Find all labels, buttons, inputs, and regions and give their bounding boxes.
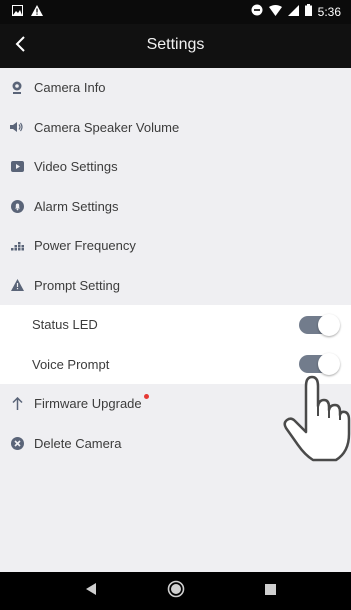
system-nav-bar	[0, 572, 351, 610]
power-frequency-icon	[10, 239, 24, 253]
do-not-disturb-icon	[251, 4, 263, 19]
nav-back-button[interactable]	[79, 580, 103, 602]
menu-alarm-settings[interactable]: Alarm Settings	[0, 187, 351, 227]
speaker-icon	[10, 120, 24, 134]
menu-label: Camera Info	[34, 80, 106, 96]
image-icon	[12, 5, 23, 19]
menu-label: Firmware Upgrade	[34, 396, 142, 412]
circle-home-icon	[167, 580, 185, 603]
nav-recents-button[interactable]	[258, 580, 282, 602]
menu-video-settings[interactable]: Video Settings	[0, 147, 351, 187]
menu-label: Prompt Setting	[34, 277, 120, 293]
status-led-toggle[interactable]	[299, 313, 340, 336]
alarm-icon	[10, 199, 24, 213]
setting-label: Status LED	[32, 317, 98, 333]
menu-prompt-setting[interactable]: Prompt Setting	[0, 266, 351, 306]
battery-icon	[304, 4, 312, 19]
menu-label: Video Settings	[34, 159, 118, 175]
setting-status-led: Status LED	[0, 305, 351, 345]
menu-label: Camera Speaker Volume	[34, 119, 180, 135]
signal-icon	[287, 4, 299, 19]
menu-label: Alarm Settings	[34, 198, 119, 214]
wifi-icon	[268, 4, 282, 19]
menu-power-frequency[interactable]: Power Frequency	[0, 226, 351, 266]
menu-camera-speaker-volume[interactable]: Camera Speaker Volume	[0, 108, 351, 148]
toggle-knob	[318, 313, 340, 336]
menu-label: Power Frequency	[34, 238, 136, 254]
hand-pointer-icon	[283, 372, 351, 469]
camera-icon	[10, 81, 24, 95]
video-icon	[10, 160, 24, 174]
delete-icon	[10, 436, 24, 450]
voice-prompt-toggle[interactable]	[299, 353, 340, 376]
triangle-back-icon	[86, 582, 96, 600]
arrow-up-icon	[10, 397, 24, 411]
menu-camera-info[interactable]: Camera Info	[0, 68, 351, 108]
app-bar: Settings	[0, 24, 351, 68]
clock: 5:36	[317, 4, 341, 19]
setting-label: Voice Prompt	[32, 356, 110, 372]
nav-home-button[interactable]	[164, 580, 188, 602]
page-title: Settings	[146, 36, 205, 53]
update-badge	[143, 394, 149, 400]
square-recents-icon	[264, 582, 276, 600]
warning-icon	[10, 278, 24, 292]
status-bar: 5:36	[0, 0, 351, 24]
alert-icon	[31, 5, 43, 19]
